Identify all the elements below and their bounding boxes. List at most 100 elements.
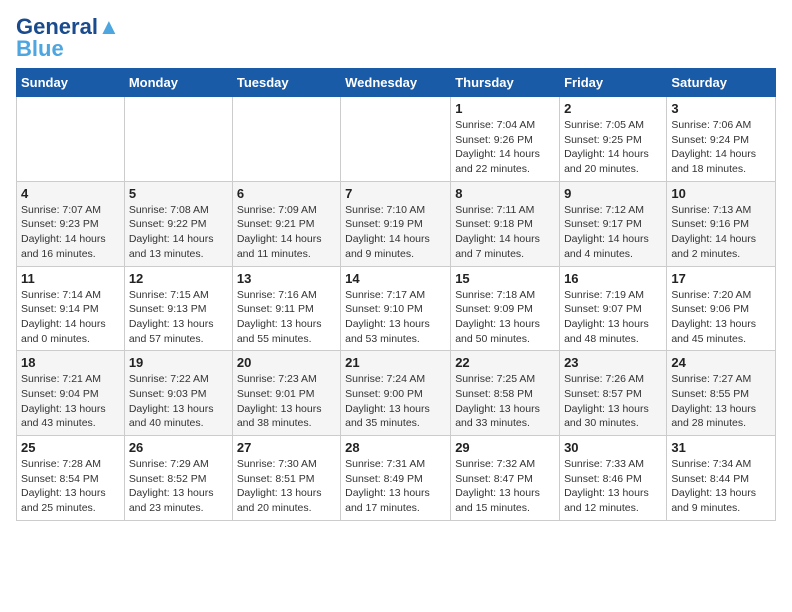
day-number: 28: [345, 440, 446, 455]
day-cell: 27 Sunrise: 7:30 AM Sunset: 8:51 PM Dayli…: [232, 436, 340, 521]
day-number: 7: [345, 186, 446, 201]
logo: General▲Blue: [16, 16, 120, 60]
day-cell: [17, 97, 125, 182]
day-number: 17: [671, 271, 771, 286]
day-cell: 7 Sunrise: 7:10 AM Sunset: 9:19 PM Daylig…: [341, 181, 451, 266]
day-number: 3: [671, 101, 771, 116]
week-row-2: 4 Sunrise: 7:07 AM Sunset: 9:23 PM Daylig…: [17, 181, 776, 266]
day-cell: 16 Sunrise: 7:19 AM Sunset: 9:07 PM Dayli…: [560, 266, 667, 351]
day-cell: 19Sunrise: 7:22 AM Sunset: 9:03 PM Dayli…: [124, 351, 232, 436]
day-number: 6: [237, 186, 336, 201]
day-cell: 25 Sunrise: 7:28 AM Sunset: 8:54 PM Dayli…: [17, 436, 125, 521]
day-info: Sunrise: 7:31 AM Sunset: 8:49 PM Dayligh…: [345, 457, 446, 516]
day-cell: 29 Sunrise: 7:32 AM Sunset: 8:47 PM Dayli…: [451, 436, 560, 521]
day-info: Sunrise: 7:12 AM Sunset: 9:17 PM Dayligh…: [564, 203, 662, 262]
weekday-header-saturday: Saturday: [667, 69, 776, 97]
day-info: Sunrise: 7:13 AM Sunset: 9:16 PM Dayligh…: [671, 203, 771, 262]
day-number: 25: [21, 440, 120, 455]
logo-blue: Blue: [16, 36, 64, 61]
day-info: Sunrise: 7:23 AM Sunset: 9:01 PM Dayligh…: [237, 372, 336, 431]
day-cell: 4 Sunrise: 7:07 AM Sunset: 9:23 PM Daylig…: [17, 181, 125, 266]
day-info: Sunrise: 7:08 AM Sunset: 9:22 PM Dayligh…: [129, 203, 228, 262]
day-info: Sunrise: 7:28 AM Sunset: 8:54 PM Dayligh…: [21, 457, 120, 516]
day-number: 12: [129, 271, 228, 286]
day-number: 27: [237, 440, 336, 455]
day-number: 18: [21, 355, 120, 370]
day-number: 14: [345, 271, 446, 286]
day-cell: 1 Sunrise: 7:04 AM Sunset: 9:26 PM Daylig…: [451, 97, 560, 182]
day-number: 24: [671, 355, 771, 370]
day-number: 11: [21, 271, 120, 286]
day-cell: 23 Sunrise: 7:26 AM Sunset: 8:57 PM Dayli…: [560, 351, 667, 436]
day-cell: 21Sunrise: 7:24 AM Sunset: 9:00 PM Dayli…: [341, 351, 451, 436]
calendar-table: SundayMondayTuesdayWednesdayThursdayFrid…: [16, 68, 776, 521]
day-cell: [124, 97, 232, 182]
day-number: 26: [129, 440, 228, 455]
day-info: Sunrise: 7:15 AM Sunset: 9:13 PM Dayligh…: [129, 288, 228, 347]
page-header: General▲Blue: [16, 16, 776, 60]
day-info: Sunrise: 7:29 AM Sunset: 8:52 PM Dayligh…: [129, 457, 228, 516]
day-number: 31: [671, 440, 771, 455]
day-cell: 24 Sunrise: 7:27 AM Sunset: 8:55 PM Dayli…: [667, 351, 776, 436]
day-info: Sunrise: 7:10 AM Sunset: 9:19 PM Dayligh…: [345, 203, 446, 262]
day-cell: 26 Sunrise: 7:29 AM Sunset: 8:52 PM Dayli…: [124, 436, 232, 521]
day-cell: [232, 97, 340, 182]
day-info: Sunrise: 7:19 AM Sunset: 9:07 PM Dayligh…: [564, 288, 662, 347]
day-number: 23: [564, 355, 662, 370]
day-cell: [341, 97, 451, 182]
day-number: 30: [564, 440, 662, 455]
day-number: 19: [129, 355, 228, 370]
day-cell: 14Sunrise: 7:17 AM Sunset: 9:10 PM Dayli…: [341, 266, 451, 351]
day-cell: 17 Sunrise: 7:20 AM Sunset: 9:06 PM Dayli…: [667, 266, 776, 351]
weekday-header-thursday: Thursday: [451, 69, 560, 97]
day-number: 16: [564, 271, 662, 286]
day-cell: 22 Sunrise: 7:25 AM Sunset: 8:58 PM Dayli…: [451, 351, 560, 436]
day-info: Sunrise: 7:14 AM Sunset: 9:14 PM Dayligh…: [21, 288, 120, 347]
day-cell: 10 Sunrise: 7:13 AM Sunset: 9:16 PM Dayli…: [667, 181, 776, 266]
day-cell: 18Sunrise: 7:21 AM Sunset: 9:04 PM Dayli…: [17, 351, 125, 436]
weekday-header-monday: Monday: [124, 69, 232, 97]
day-number: 20: [237, 355, 336, 370]
day-info: Sunrise: 7:27 AM Sunset: 8:55 PM Dayligh…: [671, 372, 771, 431]
day-cell: 28 Sunrise: 7:31 AM Sunset: 8:49 PM Dayli…: [341, 436, 451, 521]
day-number: 4: [21, 186, 120, 201]
day-info: Sunrise: 7:20 AM Sunset: 9:06 PM Dayligh…: [671, 288, 771, 347]
logo-text: General▲Blue: [16, 16, 120, 60]
day-cell: 8 Sunrise: 7:11 AM Sunset: 9:18 PM Daylig…: [451, 181, 560, 266]
day-info: Sunrise: 7:07 AM Sunset: 9:23 PM Dayligh…: [21, 203, 120, 262]
day-number: 22: [455, 355, 555, 370]
day-number: 10: [671, 186, 771, 201]
day-info: Sunrise: 7:25 AM Sunset: 8:58 PM Dayligh…: [455, 372, 555, 431]
day-info: Sunrise: 7:33 AM Sunset: 8:46 PM Dayligh…: [564, 457, 662, 516]
day-cell: 11 Sunrise: 7:14 AM Sunset: 9:14 PM Dayli…: [17, 266, 125, 351]
day-number: 21: [345, 355, 446, 370]
weekday-header-row: SundayMondayTuesdayWednesdayThursdayFrid…: [17, 69, 776, 97]
weekday-header-wednesday: Wednesday: [341, 69, 451, 97]
day-cell: 31Sunrise: 7:34 AM Sunset: 8:44 PM Dayli…: [667, 436, 776, 521]
weekday-header-sunday: Sunday: [17, 69, 125, 97]
day-cell: 30 Sunrise: 7:33 AM Sunset: 8:46 PM Dayli…: [560, 436, 667, 521]
day-number: 1: [455, 101, 555, 116]
weekday-header-tuesday: Tuesday: [232, 69, 340, 97]
week-row-1: 1 Sunrise: 7:04 AM Sunset: 9:26 PM Daylig…: [17, 97, 776, 182]
day-info: Sunrise: 7:11 AM Sunset: 9:18 PM Dayligh…: [455, 203, 555, 262]
week-row-5: 25 Sunrise: 7:28 AM Sunset: 8:54 PM Dayli…: [17, 436, 776, 521]
day-cell: 12 Sunrise: 7:15 AM Sunset: 9:13 PM Dayli…: [124, 266, 232, 351]
day-number: 8: [455, 186, 555, 201]
day-number: 29: [455, 440, 555, 455]
day-number: 15: [455, 271, 555, 286]
day-info: Sunrise: 7:26 AM Sunset: 8:57 PM Dayligh…: [564, 372, 662, 431]
day-cell: 6Sunrise: 7:09 AM Sunset: 9:21 PM Daylig…: [232, 181, 340, 266]
day-info: Sunrise: 7:16 AM Sunset: 9:11 PM Dayligh…: [237, 288, 336, 347]
day-info: Sunrise: 7:18 AM Sunset: 9:09 PM Dayligh…: [455, 288, 555, 347]
day-info: Sunrise: 7:04 AM Sunset: 9:26 PM Dayligh…: [455, 118, 555, 177]
day-info: Sunrise: 7:06 AM Sunset: 9:24 PM Dayligh…: [671, 118, 771, 177]
day-info: Sunrise: 7:32 AM Sunset: 8:47 PM Dayligh…: [455, 457, 555, 516]
day-info: Sunrise: 7:30 AM Sunset: 8:51 PM Dayligh…: [237, 457, 336, 516]
day-cell: 3 Sunrise: 7:06 AM Sunset: 9:24 PM Daylig…: [667, 97, 776, 182]
day-cell: 15 Sunrise: 7:18 AM Sunset: 9:09 PM Dayli…: [451, 266, 560, 351]
day-number: 2: [564, 101, 662, 116]
day-cell: 20 Sunrise: 7:23 AM Sunset: 9:01 PM Dayli…: [232, 351, 340, 436]
day-number: 9: [564, 186, 662, 201]
day-number: 5: [129, 186, 228, 201]
